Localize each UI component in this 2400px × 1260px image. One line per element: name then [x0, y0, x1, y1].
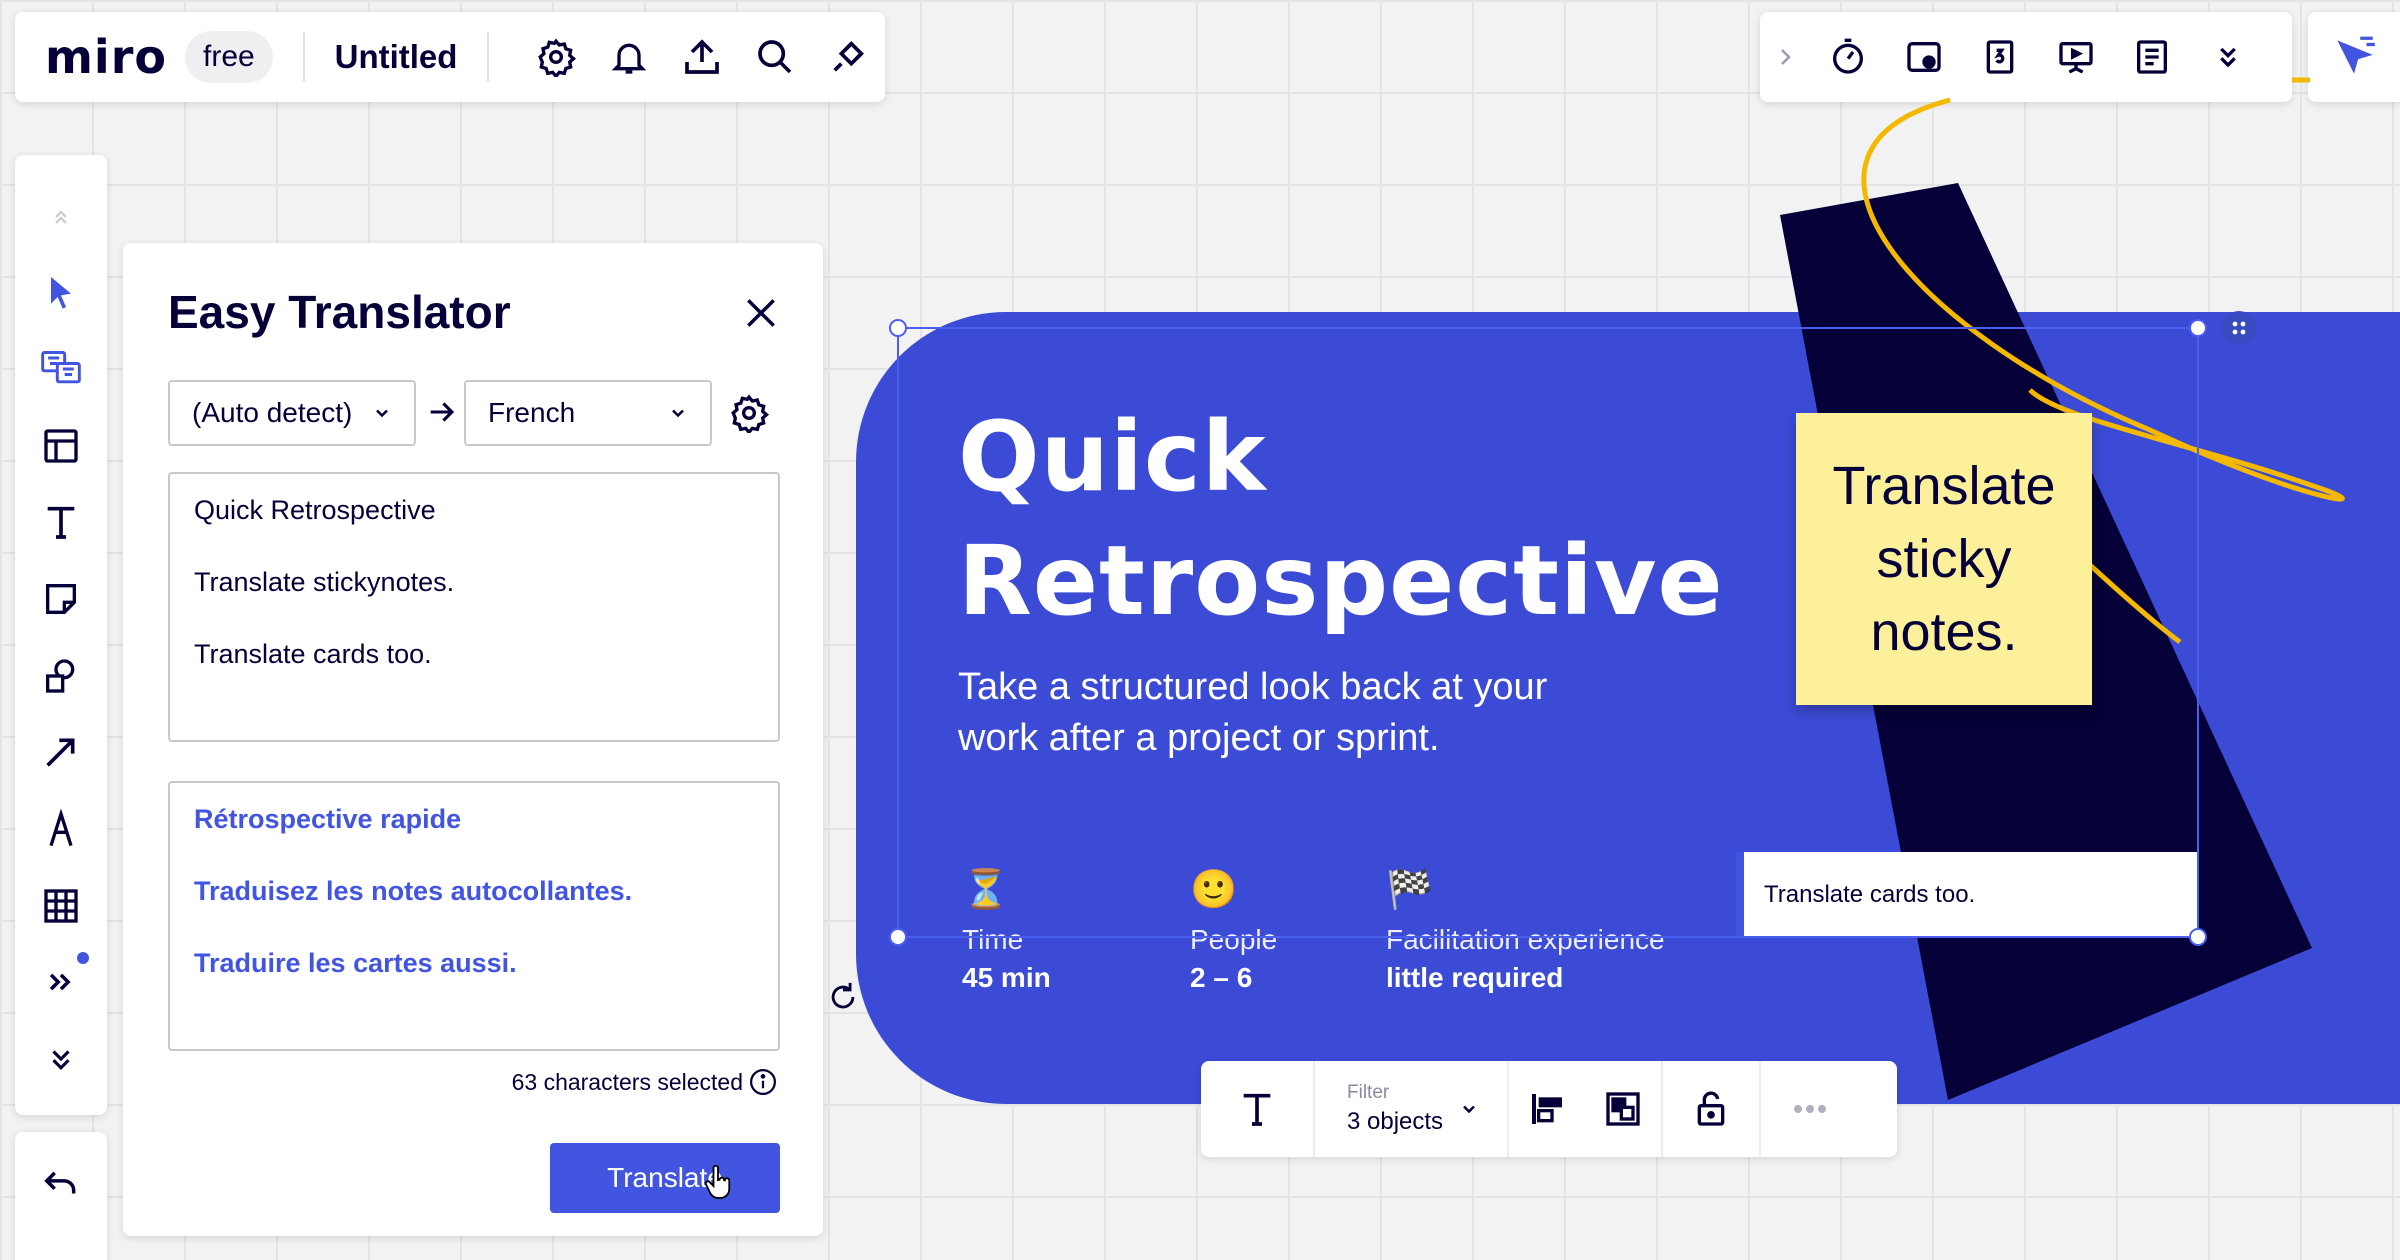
hourglass-icon: ⏳ [962, 869, 1010, 911]
smiley-icon: 🙂 [1190, 869, 1238, 911]
source-line: Translate cards too. [194, 639, 432, 669]
card-item[interactable]: Translate cards too. [1736, 852, 2198, 938]
target-language-value: French [488, 397, 576, 428]
chevron-down-icon [672, 409, 684, 418]
rotate-icon[interactable] [826, 980, 860, 1014]
info-icon[interactable] [748, 1067, 778, 1097]
target-language-select[interactable]: French [464, 380, 712, 446]
close-icon[interactable] [731, 283, 791, 343]
meta-value: 2 – 6 [1190, 962, 1253, 993]
drag-handle-icon[interactable] [2222, 311, 2256, 345]
translator-settings-icon[interactable] [729, 393, 771, 435]
filter-label: Filter [1347, 1082, 1390, 1103]
more-icon[interactable] [1761, 1061, 1859, 1157]
meta-facilitation: 🏁 Facilitation experience little require… [1386, 868, 1665, 994]
meta-value: little required [1386, 962, 1564, 993]
source-text-input[interactable]: Quick Retrospective Translate stickynote… [168, 472, 780, 742]
source-line: Quick Retrospective [194, 495, 436, 525]
heading-line-1: Quick [958, 401, 1267, 513]
chevron-down-icon [1463, 1105, 1475, 1114]
easy-translator-panel: Easy Translator (Auto detect) French Qui… [123, 243, 823, 1236]
meta-label: People [1190, 924, 1278, 955]
source-line: Translate stickynotes. [194, 567, 455, 597]
context-toolbar: Filter 3 objects [1201, 1061, 1897, 1157]
chevron-down-icon [376, 409, 388, 418]
lock-icon[interactable] [1663, 1061, 1759, 1157]
board-heading[interactable]: Quick Retrospective [958, 395, 1724, 643]
source-language-value: (Auto detect) [192, 397, 353, 428]
meta-value: 45 min [962, 962, 1051, 993]
text-format-icon[interactable] [1201, 1061, 1313, 1157]
meta-label: Facilitation experience [1386, 924, 1665, 955]
heading-line-2: Retrospective [958, 525, 1724, 637]
filter-value: 3 objects [1347, 1108, 1444, 1135]
sticky-note[interactable]: Translate sticky notes. [1796, 413, 2092, 705]
translate-button[interactable]: Translate [550, 1143, 780, 1213]
panel-title: Easy Translator [168, 286, 511, 338]
filter-dropdown[interactable]: Filter 3 objects [1315, 1061, 1507, 1157]
hand-cursor-icon [703, 1165, 733, 1201]
frame-icon[interactable] [1585, 1061, 1661, 1157]
source-language-select[interactable]: (Auto detect) [168, 380, 416, 446]
meta-people: 🙂 People 2 – 6 [1190, 868, 1277, 994]
meta-label: Time [962, 924, 1024, 955]
checkered-flag-icon: 🏁 [1386, 869, 1434, 911]
translated-line: Rétrospective rapide [194, 804, 462, 834]
translated-text-output[interactable]: Rétrospective rapide Traduisez les notes… [168, 781, 780, 1051]
translated-line: Traduire les cartes aussi. [194, 948, 517, 978]
character-count: 63 characters selected [511, 1069, 743, 1095]
align-icon[interactable] [1509, 1061, 1585, 1157]
board-subtitle[interactable]: Take a structured look back at your work… [958, 662, 1578, 764]
translated-line: Traduisez les notes autocollantes. [194, 876, 633, 906]
meta-time: ⏳ Time 45 min [962, 868, 1051, 994]
arrow-right-icon [425, 395, 459, 429]
